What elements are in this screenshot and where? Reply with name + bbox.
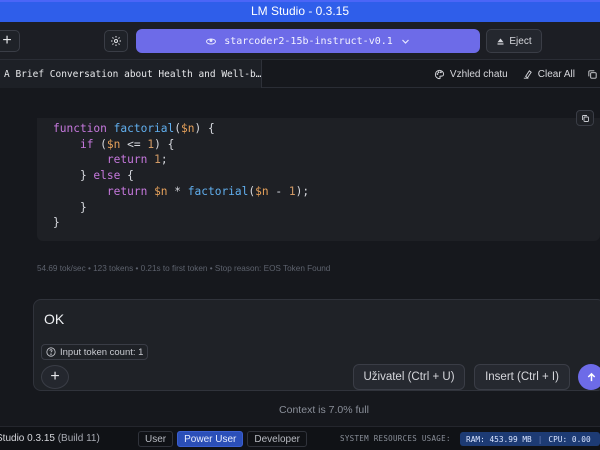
mode-user[interactable]: User [138,431,174,447]
gear-icon [111,36,121,46]
code-line: if ($n <= 1) { [79,137,175,151]
model-chip-icon [206,38,217,45]
arrow-up-icon [587,372,595,381]
mode-developer[interactable]: Developer [247,431,307,447]
duplicate-chat-button[interactable] [587,69,598,80]
code-line: function factorial($n) { [53,122,215,135]
clear-all-button[interactable]: Clear All [522,69,575,80]
tab-title: A Brief Conversation about Health and We… [4,68,262,80]
new-chat-button[interactable]: + [0,30,20,52]
app-version: Studio 0.3.15 (Build 11) [0,433,100,444]
chat-appearance-label: Vzhled chatu [449,68,508,80]
send-button[interactable] [578,364,600,390]
chat-tab-bar: A Brief Conversation about Health and We… [0,60,600,88]
version-label: Studio 0.3.15 [0,433,55,444]
mode-switcher: User Power User Developer [138,431,307,447]
input-token-count: Input token count: 1 [41,344,149,360]
settings-button[interactable] [104,30,128,52]
system-resources-label: SYSTEM RESOURCES USAGE: [340,434,451,443]
status-bar: Studio 0.3.15 (Build 11) User Power User… [0,426,600,450]
copy-icon [581,114,589,122]
top-toolbar: + starcoder2-15b-instruct-v0.1 Eject [0,22,600,60]
code-line: } [53,216,60,230]
chat-area: function factorial($n) { if ($n <= 1) { … [0,88,600,424]
code-content: function factorial($n) { if ($n <= 1) { … [53,121,309,231]
insert-label: Insert (Ctrl + I) [485,371,559,383]
user-role-label: Uživatel (Ctrl + U) [363,371,455,383]
mode-power-user[interactable]: Power User [177,431,244,447]
palette-icon [434,69,445,79]
plus-icon: + [50,368,60,385]
copy-icon [588,69,597,79]
cpu-usage: CPU: 0.00 [548,434,591,444]
code-line: } [53,200,87,214]
code-line: return $n * factorial($n - 1); [106,184,310,198]
model-selector[interactable]: starcoder2-15b-instruct-v0.1 [136,29,480,53]
system-resources-usage[interactable]: RAM: 453.99 MB | CPU: 0.00 [460,432,600,446]
context-usage: Context is 7.0% full [279,404,369,416]
input-token-count-label: Input token count: 1 [60,346,144,358]
copy-code-button[interactable] [576,110,594,126]
model-name: starcoder2-15b-instruct-v0.1 [224,35,393,47]
code-line: } else { [53,169,134,183]
divider: | [537,434,543,444]
generation-stats: 54.69 tok/sec • 123 tokens • 0.21s to fi… [37,264,331,273]
title-bar-accent [0,0,600,2]
clear-icon [523,69,532,79]
tab-active-chat[interactable]: A Brief Conversation about Health and We… [0,60,262,88]
message-input-box[interactable]: OK Input token count: 1 + Uživatel (Ctrl… [33,299,600,391]
code-block: function factorial($n) { if ($n <= 1) { … [37,110,600,241]
build-label: (Build 11) [57,433,100,444]
attach-button[interactable]: + [41,365,69,389]
plus-icon: + [2,32,12,49]
chat-appearance-button[interactable]: Vzhled chatu [434,69,508,80]
eject-label: Eject [509,35,532,47]
window-title-bar: LM Studio - 0.3.15 [0,0,600,22]
window-title: LM Studio - 0.3.15 [250,4,350,18]
eject-button[interactable]: Eject [486,29,542,53]
tab-actions: Vzhled chatu Clear All [434,60,600,88]
ram-usage: RAM: 453.99 MB [466,434,532,444]
user-role-button[interactable]: Uživatel (Ctrl + U) [353,364,465,390]
insert-button[interactable]: Insert (Ctrl + I) [474,364,570,390]
code-line: return 1; [106,153,168,167]
clear-all-label: Clear All [537,68,575,80]
eject-icon [497,38,504,45]
question-icon [46,347,56,357]
message-input[interactable]: OK [44,311,64,327]
chevron-down-icon [401,39,409,44]
